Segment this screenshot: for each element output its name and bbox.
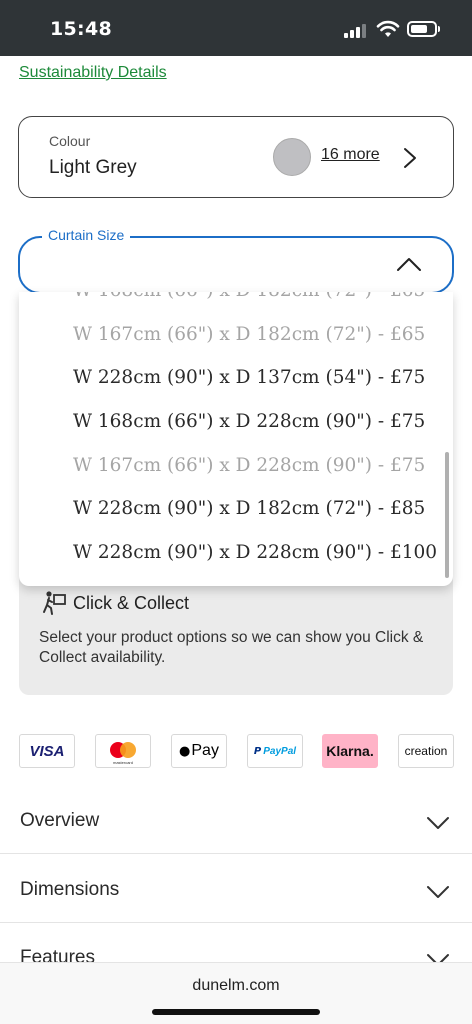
- mastercard-circles-icon: [108, 741, 138, 761]
- sustainability-details-link[interactable]: Sustainability Details: [19, 64, 167, 82]
- colour-value: Light Grey: [49, 157, 137, 178]
- chevron-right-icon[interactable]: [403, 147, 417, 169]
- dropdown-option[interactable]: W 228cm (90") x D 182cm (72") - £85: [73, 498, 425, 519]
- dropdown-option[interactable]: W 168cm (66") x D 228cm (90") - £75: [73, 411, 425, 432]
- colour-label: Colour: [49, 133, 91, 149]
- curtain-size-label: Curtain Size: [42, 227, 131, 243]
- signal-icon: [344, 22, 370, 38]
- status-bar: 15:48: [0, 0, 472, 56]
- chevron-down-icon: [427, 817, 449, 829]
- home-indicator[interactable]: [152, 1009, 320, 1015]
- creation-logo: creation: [398, 734, 454, 768]
- dropdown-option: W 167cm (66") x D 182cm (72") - £65: [73, 324, 426, 345]
- klarna-logo: Klarna.: [322, 734, 378, 768]
- dropdown-option[interactable]: W 228cm (90") x D 228cm (90") - £100: [73, 542, 437, 563]
- chevron-up-icon[interactable]: [396, 256, 422, 272]
- apple-pay-logo: ● Pay: [171, 734, 227, 768]
- battery-tip: [438, 26, 440, 32]
- click-collect-description: Select your product options so we can sh…: [39, 629, 424, 666]
- colour-swatch[interactable]: [273, 138, 311, 176]
- curtain-size-select[interactable]: [18, 236, 454, 294]
- battery-icon: [407, 21, 437, 37]
- person-box-icon: [43, 591, 66, 615]
- accordion-dimensions[interactable]: Dimensions: [0, 857, 472, 923]
- visa-logo: VISA: [19, 734, 75, 768]
- accordion-overview[interactable]: Overview: [0, 788, 472, 854]
- status-time: 15:48: [50, 18, 112, 40]
- dropdown-option[interactable]: W 228cm (90") x D 137cm (54") - £75: [73, 367, 425, 388]
- curtain-size-dropdown[interactable]: W 168cm (66") x D 182cm (72") - £65 W 16…: [19, 292, 453, 586]
- wifi-icon: [376, 20, 400, 37]
- accordion-label: Dimensions: [20, 879, 120, 900]
- dropdown-option-partial: W 168cm (66") x D 182cm (72") - £65: [73, 292, 425, 301]
- colour-selector[interactable]: Colour Light Grey 16 more: [18, 116, 454, 198]
- mastercard-logo: mastercard: [95, 734, 151, 768]
- dropdown-option: W 167cm (66") x D 228cm (90") - £75: [73, 455, 426, 476]
- paypal-logo: P PayPal: [247, 734, 303, 768]
- more-colours-link[interactable]: 16 more: [321, 146, 380, 164]
- browser-bottom-bar: dunelm.com: [0, 962, 472, 1024]
- dropdown-scrollbar[interactable]: [445, 452, 449, 578]
- accordion-label: Overview: [20, 810, 100, 831]
- chevron-down-icon: [427, 886, 449, 898]
- apple-icon: ●: [179, 743, 191, 759]
- browser-url[interactable]: dunelm.com: [0, 977, 472, 995]
- paypal-icon: P: [253, 745, 262, 757]
- click-collect-title: Click & Collect: [73, 593, 190, 613]
